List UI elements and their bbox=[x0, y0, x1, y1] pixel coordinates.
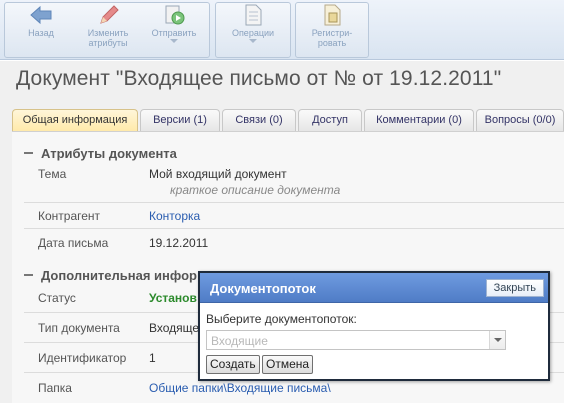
docflow-select[interactable]: Входящие bbox=[206, 330, 506, 350]
toolbar: Назад Изменить атрибуты Отправить Операц… bbox=[0, 0, 564, 60]
additional-section-heading[interactable]: Дополнительная инфор bbox=[24, 268, 197, 283]
register-button[interactable]: Регистри- ровать bbox=[302, 2, 362, 56]
close-button[interactable]: Закрыть bbox=[485, 279, 544, 297]
chevron-down-icon[interactable] bbox=[489, 331, 505, 349]
attributes-section-heading[interactable]: Атрибуты документа bbox=[24, 146, 177, 161]
tab-links[interactable]: Связи (0) bbox=[222, 109, 296, 131]
arrow-left-icon bbox=[30, 5, 52, 25]
folder-label: Папка bbox=[38, 381, 72, 395]
identifier-label: Идентификатор bbox=[38, 351, 127, 365]
docflow-prompt: Выберите документопоток: bbox=[206, 312, 357, 326]
send-document-icon bbox=[165, 5, 185, 25]
edit-attributes-button[interactable]: Изменить атрибуты bbox=[80, 2, 136, 56]
register-label-2: ровать bbox=[317, 38, 347, 48]
edit-label-2: атрибуты bbox=[88, 38, 128, 48]
identifier-value: 1 bbox=[149, 351, 156, 365]
tab-access[interactable]: Доступ bbox=[298, 109, 362, 131]
cancel-button[interactable]: Отмена bbox=[262, 355, 314, 374]
tab-questions[interactable]: Вопросы (0/0) bbox=[476, 109, 564, 131]
operations-label: Операции bbox=[231, 28, 275, 38]
document-icon bbox=[245, 4, 262, 26]
divider bbox=[24, 228, 564, 229]
back-button[interactable]: Назад bbox=[16, 2, 66, 56]
letter-date-label: Дата письма bbox=[38, 236, 109, 250]
status-label: Статус bbox=[38, 291, 76, 305]
folder-link[interactable]: Общие папки\Входящие письма\ bbox=[149, 381, 331, 395]
dialog-header[interactable]: Документопоток Закрыть bbox=[200, 273, 548, 303]
additional-heading-text: Дополнительная инфор bbox=[41, 268, 197, 283]
doctype-value: Входяще bbox=[149, 321, 200, 335]
counterparty-label: Контрагент bbox=[38, 209, 101, 223]
page-title: Документ "Входящее письмо от № от 19.12.… bbox=[16, 67, 502, 90]
operations-button[interactable]: Операции bbox=[222, 2, 284, 56]
tab-comments[interactable]: Комментарии (0) bbox=[364, 109, 474, 131]
theme-description: краткое описание документа bbox=[170, 183, 341, 197]
pencil-icon bbox=[100, 5, 119, 24]
back-label: Назад bbox=[28, 28, 54, 38]
chevron-down-icon bbox=[249, 39, 257, 43]
status-value: Установ bbox=[149, 291, 197, 305]
theme-value: Мой входящий документ bbox=[149, 167, 287, 181]
register-document-icon bbox=[324, 4, 341, 26]
divider bbox=[24, 202, 564, 203]
send-label: Отправить bbox=[151, 28, 197, 38]
tab-versions[interactable]: Версии (1) bbox=[140, 109, 220, 131]
title-bar: Документ "Входящее письмо от № от 19.12.… bbox=[0, 61, 564, 99]
collapse-icon bbox=[24, 151, 33, 154]
docflow-select-value: Входящие bbox=[211, 334, 268, 348]
doctype-label: Тип документа bbox=[38, 321, 120, 335]
edit-label-1: Изменить bbox=[87, 28, 129, 38]
create-button[interactable]: Создать bbox=[206, 355, 260, 374]
theme-label: Тема bbox=[38, 167, 67, 181]
attributes-heading-text: Атрибуты документа bbox=[41, 146, 177, 161]
counterparty-link[interactable]: Конторка bbox=[149, 209, 200, 223]
letter-date-value: 19.12.2011 bbox=[149, 236, 209, 250]
tab-general-info[interactable]: Общая информация bbox=[12, 109, 138, 132]
send-button[interactable]: Отправить bbox=[144, 2, 204, 56]
register-label-1: Регистри- bbox=[311, 28, 353, 38]
chevron-down-icon bbox=[170, 39, 178, 43]
collapse-icon bbox=[24, 273, 33, 276]
dialog-title: Документопоток bbox=[210, 281, 316, 296]
docflow-dialog: Документопоток Закрыть Выберите документ… bbox=[198, 271, 550, 381]
